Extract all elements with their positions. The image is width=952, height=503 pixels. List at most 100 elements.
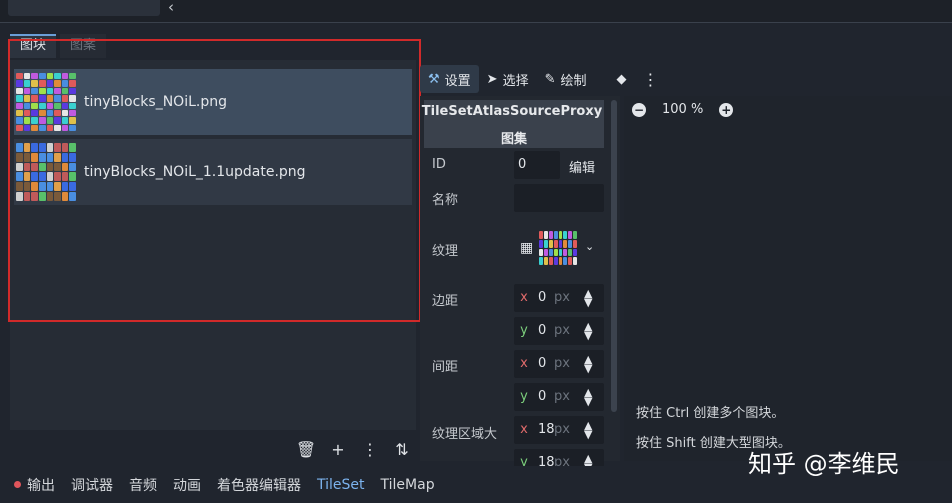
tab-shader-editor[interactable]: 着色器编辑器 — [217, 475, 301, 495]
tile-swatch — [23, 102, 31, 109]
tab-tiles[interactable]: 图块 — [10, 34, 57, 58]
tile-swatch — [54, 162, 61, 172]
eraser-icon: ◆ — [616, 71, 627, 87]
tile-swatch — [23, 109, 31, 117]
tab-animation[interactable]: 动画 — [173, 475, 201, 495]
name-field[interactable] — [514, 184, 604, 212]
tile-swatch — [563, 257, 568, 265]
tile-swatch — [31, 152, 38, 162]
chevron-left-icon[interactable]: ‹ — [168, 0, 174, 16]
tile-swatch — [31, 124, 38, 131]
tile-swatch — [69, 162, 76, 172]
tile-swatch — [16, 152, 23, 162]
tile-swatch — [69, 95, 76, 102]
list-item[interactable]: tinyBlocks_NOiL_1.1update.png — [14, 139, 412, 205]
tile-swatch — [69, 117, 76, 124]
tile-swatch — [69, 192, 76, 201]
eraser-button[interactable]: ◆ — [609, 65, 635, 93]
region-size-label: 纹理区域大 — [432, 427, 498, 442]
setup-button[interactable]: ⚒ 设置 — [420, 65, 479, 93]
tile-swatch — [61, 192, 69, 201]
tile-swatch — [16, 80, 23, 87]
tile-swatch — [69, 109, 76, 117]
tile-swatch — [61, 80, 69, 87]
tile-swatch — [61, 87, 69, 95]
select-button[interactable]: ➤ 选择 — [479, 65, 537, 93]
tile-swatch — [553, 248, 558, 257]
tile-swatch — [558, 239, 563, 248]
tile-swatch — [46, 143, 54, 152]
tile-swatch — [69, 124, 76, 131]
zoom-level: 100 % — [662, 102, 704, 117]
tile-swatch — [568, 231, 573, 239]
tile-swatch — [31, 172, 38, 182]
spinner-icon[interactable]: ▲▼ — [584, 321, 592, 341]
tile-swatch — [31, 117, 38, 124]
tile-swatch — [54, 102, 61, 109]
tab-debugger[interactable]: 调试器 — [71, 475, 113, 495]
tile-swatch — [31, 162, 38, 172]
chevron-down-icon[interactable]: ⌄ — [585, 240, 594, 253]
vector-field[interactable]: x 0 px ▲ ▼ — [514, 350, 604, 378]
sort-icon[interactable]: ⇅ — [386, 438, 418, 460]
add-icon[interactable]: + — [322, 438, 354, 460]
id-label: ID — [432, 157, 446, 172]
atlas-thumbnail — [14, 71, 78, 133]
vector-field[interactable]: y 0 px ▲ ▼ — [514, 317, 604, 345]
margins-label: 边距 — [432, 294, 459, 309]
trash-icon[interactable]: 🗑 — [290, 438, 322, 460]
tile-swatch — [61, 182, 69, 192]
spinner-icon[interactable]: ▲▼ — [584, 387, 592, 407]
tile-swatch — [23, 87, 31, 95]
axis-label: x — [520, 422, 528, 437]
tile-swatch — [38, 124, 46, 131]
unit-label: px — [554, 356, 570, 371]
hint-ctrl: 按住 Ctrl 创建多个图块。 — [636, 406, 785, 421]
tile-swatch — [69, 73, 76, 80]
tile-swatch — [31, 143, 38, 152]
tile-swatch — [46, 117, 54, 124]
tile-swatch — [61, 109, 69, 117]
tile-swatch — [563, 239, 568, 248]
zoom-in-icon[interactable]: + — [719, 102, 734, 117]
tile-swatch — [553, 257, 558, 265]
tile-swatch — [548, 231, 553, 239]
texture-preview[interactable] — [538, 230, 578, 266]
inspector-scrollbar[interactable] — [611, 100, 617, 412]
tab-audio[interactable]: 音频 — [129, 475, 157, 495]
source-name: tinyBlocks_NOiL.png — [84, 94, 227, 110]
tab-tilemap[interactable]: TileMap — [381, 477, 435, 493]
more-button[interactable]: ⋮ — [635, 65, 667, 93]
tab-output[interactable]: 输出 — [14, 475, 55, 495]
tile-swatch — [46, 152, 54, 162]
tile-swatch — [23, 80, 31, 87]
tab-tileset[interactable]: TileSet — [317, 477, 365, 493]
id-field[interactable]: 0 — [514, 151, 560, 179]
tab-patterns[interactable]: 图案 — [60, 34, 107, 58]
vector-field[interactable]: y 0 px ▲ ▼ — [514, 383, 604, 411]
tile-swatch — [54, 109, 61, 117]
tile-swatch — [23, 95, 31, 102]
paint-button[interactable]: ✎ 绘制 — [537, 65, 595, 93]
tile-swatch — [23, 124, 31, 131]
tile-swatch — [16, 117, 23, 124]
tile-swatch — [16, 143, 23, 152]
edit-button[interactable]: 编辑 — [569, 157, 595, 176]
tile-swatch — [61, 102, 69, 109]
menu-icon[interactable]: ⋮ — [354, 438, 386, 460]
vector-field[interactable]: x 0 px ▲ ▼ — [514, 284, 604, 312]
divider — [0, 22, 952, 23]
spinner-icon[interactable]: ▲▼ — [584, 354, 592, 374]
list-item[interactable]: tinyBlocks_NOiL.png — [14, 69, 412, 135]
tile-swatch — [46, 95, 54, 102]
tile-swatch — [558, 257, 563, 265]
vector-field[interactable]: x 18 px ▲ ▼ — [514, 416, 604, 444]
spinner-icon[interactable]: ▲▼ — [584, 420, 592, 440]
zoom-out-icon[interactable]: − — [632, 102, 646, 117]
top-field[interactable] — [8, 0, 160, 16]
tile-swatch — [46, 124, 54, 131]
tile-swatch — [69, 80, 76, 87]
vector-value: 18 — [538, 422, 555, 437]
spinner-icon[interactable]: ▲▼ — [584, 288, 592, 308]
select-label: 选择 — [502, 73, 529, 89]
